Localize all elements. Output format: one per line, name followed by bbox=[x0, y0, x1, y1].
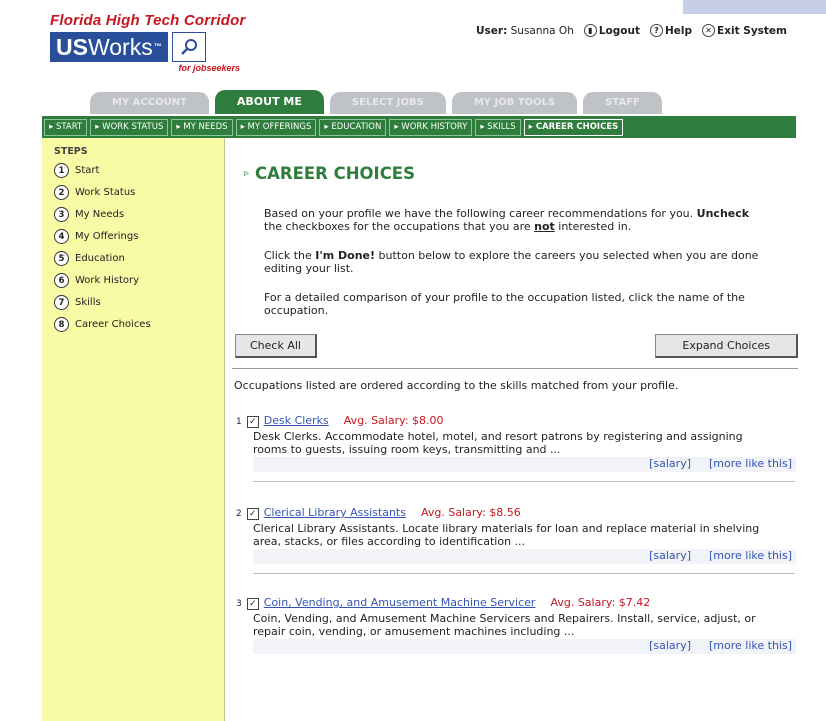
tab-staff[interactable]: STAFF bbox=[583, 92, 662, 114]
step-number: 2 bbox=[54, 185, 69, 200]
steps-title: STEPS bbox=[54, 146, 88, 157]
occupation-salary: Avg. Salary: $7.42 bbox=[550, 596, 651, 609]
step-label: Education bbox=[75, 253, 125, 264]
step-label: Skills bbox=[75, 297, 101, 308]
subnav-work-status[interactable]: ▸ WORK STATUS bbox=[90, 118, 169, 136]
tab-my-job-tools[interactable]: MY JOB TOOLS bbox=[451, 92, 578, 114]
occupation-salary: Avg. Salary: $8.00 bbox=[343, 414, 444, 427]
occupation-checkbox[interactable]: ✓ bbox=[246, 598, 259, 610]
user-bar: User: Susanna Oh ▮ Logout ? Help ✕ Exit Sys… bbox=[476, 24, 787, 37]
triangle-icon: ▹ bbox=[244, 168, 250, 179]
top-right-strip bbox=[683, 0, 826, 14]
step-label: Work Status bbox=[75, 187, 136, 198]
step-label: Work History bbox=[75, 275, 140, 286]
step-label: My Offerings bbox=[75, 231, 139, 242]
occupation-links: [salary] [more like this] bbox=[253, 639, 796, 654]
occupation-checkbox[interactable]: ✓ bbox=[246, 416, 259, 428]
occupation-divider bbox=[253, 573, 795, 574]
occupation-name-link[interactable]: Desk Clerks bbox=[264, 414, 329, 427]
step-number: 1 bbox=[54, 163, 69, 178]
subnav-start[interactable]: ▸ START bbox=[44, 118, 88, 136]
step-number: 7 bbox=[54, 295, 69, 310]
step-number: 6 bbox=[54, 273, 69, 288]
occupation-links: [salary] [more like this] bbox=[253, 549, 796, 564]
more-like-this-link[interactable]: [more like this] bbox=[709, 639, 792, 654]
step-career-choices[interactable]: 8 Career Choices bbox=[54, 316, 224, 333]
comparison-paragraph: For a detailed comparison of your profil… bbox=[264, 291, 745, 317]
exit-link[interactable]: ✕ Exit System bbox=[702, 24, 787, 37]
step-label: Start bbox=[75, 165, 100, 176]
step-work-history[interactable]: 6 Work History bbox=[54, 272, 224, 289]
done-paragraph: Click the I'm Done! button below to expl… bbox=[264, 249, 759, 275]
sub-navigation: ▸ START ▸ WORK STATUS ▸ MY NEEDS ▸ MY OF… bbox=[42, 116, 796, 138]
occupation-item: 2 ✓ Clerical Library Assistants Avg. Sal… bbox=[236, 506, 796, 574]
step-number: 8 bbox=[54, 317, 69, 332]
brand-title: Florida High Tech Corridor bbox=[50, 12, 246, 29]
occupation-description: Clerical Library Assistants. Locate libr… bbox=[253, 522, 760, 548]
tab-my-account[interactable]: MY ACCOUNT bbox=[90, 92, 209, 114]
occupation-name-link[interactable]: Clerical Library Assistants bbox=[264, 506, 406, 519]
more-like-this-link[interactable]: [more like this] bbox=[709, 549, 792, 564]
step-label: My Needs bbox=[75, 209, 125, 220]
step-number: 3 bbox=[54, 207, 69, 222]
steps-sidebar: STEPS 1 Start 2 Work Status 3 My Needs 4 My … bbox=[42, 138, 225, 721]
check-all-button[interactable]: Check All bbox=[235, 334, 317, 358]
occupation-item: 3 ✓ Coin, Vending, and Amusement Machine… bbox=[236, 596, 796, 654]
ordering-note: Occupations listed are ordered according… bbox=[234, 379, 679, 392]
step-skills[interactable]: 7 Skills bbox=[54, 294, 224, 311]
salary-link[interactable]: [salary] bbox=[649, 457, 691, 472]
step-number: 5 bbox=[54, 251, 69, 266]
expand-choices-button[interactable]: Expand Choices bbox=[655, 334, 798, 358]
occupation-name-link[interactable]: Coin, Vending, and Amusement Machine Ser… bbox=[264, 596, 536, 609]
user-label: User: bbox=[476, 24, 508, 37]
step-label: Career Choices bbox=[75, 319, 151, 330]
occupation-description: Desk Clerks. Accommodate hotel, motel, a… bbox=[253, 430, 743, 456]
subnav-work-history[interactable]: ▸ WORK HISTORY bbox=[389, 118, 473, 136]
subnav-career-choices[interactable]: ▸ CAREER CHOICES bbox=[523, 118, 624, 136]
subnav-my-offerings[interactable]: ▸ MY OFFERINGS bbox=[235, 118, 317, 136]
exit-icon: ✕ bbox=[702, 24, 716, 37]
uswork-logo[interactable]: US Works ™ bbox=[50, 32, 168, 62]
user-name: Susanna Oh bbox=[510, 24, 574, 37]
main-tabs: MY ACCOUNT ABOUT ME SELECT JOBS MY JOB T… bbox=[90, 90, 668, 114]
logo-subtitle: for jobseekers bbox=[178, 63, 240, 73]
occupation-divider bbox=[253, 481, 795, 482]
step-number: 4 bbox=[54, 229, 69, 244]
step-work-status[interactable]: 2 Work Status bbox=[54, 184, 224, 201]
tab-about-me[interactable]: ABOUT ME bbox=[214, 90, 324, 114]
button-row: Check All Expand Choices bbox=[235, 334, 798, 358]
occupation-number: 3 bbox=[236, 599, 242, 609]
page-title: ▹ CAREER CHOICES bbox=[244, 164, 415, 183]
occupation-salary: Avg. Salary: $8.56 bbox=[420, 506, 521, 519]
intro-paragraph: Based on your profile we have the follow… bbox=[264, 207, 750, 233]
step-education[interactable]: 5 Education bbox=[54, 250, 224, 267]
subnav-my-needs[interactable]: ▸ MY NEEDS bbox=[171, 118, 233, 136]
divider bbox=[232, 368, 798, 369]
salary-link[interactable]: [salary] bbox=[649, 639, 691, 654]
tab-select-jobs[interactable]: SELECT JOBS bbox=[329, 92, 446, 114]
occupation-item: 1 ✓ Desk Clerks Avg. Salary: $8.00 Desk … bbox=[236, 414, 796, 482]
more-like-this-link[interactable]: [more like this] bbox=[709, 457, 792, 472]
logout-icon: ▮ bbox=[583, 24, 597, 37]
salary-link[interactable]: [salary] bbox=[649, 549, 691, 564]
occupation-number: 1 bbox=[236, 417, 242, 427]
occupation-number: 2 bbox=[236, 509, 242, 519]
occupation-description: Coin, Vending, and Amusement Machine Ser… bbox=[253, 612, 756, 638]
subnav-skills[interactable]: ▸ SKILLS bbox=[475, 118, 521, 136]
magnifier-icon bbox=[171, 32, 206, 62]
occupation-checkbox[interactable]: ✓ bbox=[246, 508, 259, 520]
step-start[interactable]: 1 Start bbox=[54, 162, 224, 179]
help-icon: ? bbox=[650, 24, 663, 37]
logout-link[interactable]: ▮ Logout bbox=[583, 24, 640, 37]
step-my-offerings[interactable]: 4 My Offerings bbox=[54, 228, 224, 245]
occupation-links: [salary] [more like this] bbox=[253, 457, 796, 472]
main-content: ▹ CAREER CHOICES Based on your profile w… bbox=[232, 150, 798, 654]
help-link[interactable]: ? Help bbox=[650, 24, 692, 37]
logo[interactable]: US Works ™ bbox=[50, 32, 310, 62]
brand-header: Florida High Tech Corridor US Works ™ for … bbox=[50, 12, 310, 73]
subnav-education[interactable]: ▸ EDUCATION bbox=[319, 118, 387, 136]
step-my-needs[interactable]: 3 My Needs bbox=[54, 206, 224, 223]
